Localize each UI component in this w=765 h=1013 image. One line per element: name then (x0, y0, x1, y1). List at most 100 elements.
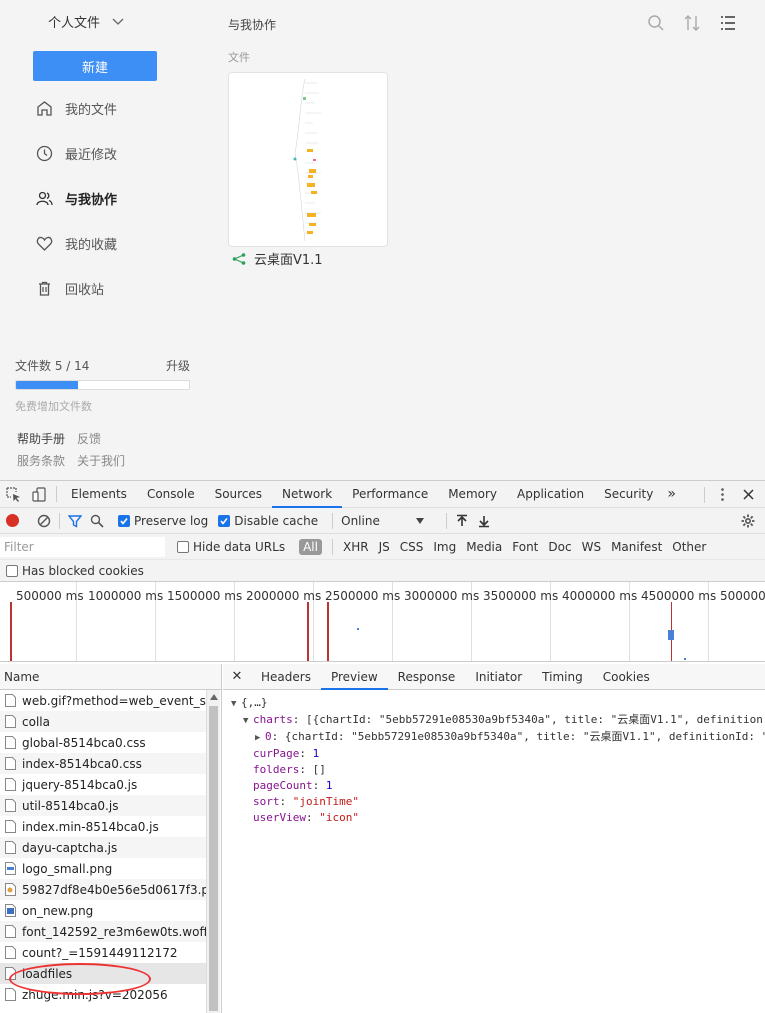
search-icon[interactable] (647, 14, 665, 32)
request-row[interactable]: web.gif?method=web_event_srv.up (0, 690, 206, 711)
request-row[interactable]: jquery-8514bca0.js (0, 774, 206, 795)
type-filter-manifest[interactable]: Manifest (611, 540, 662, 554)
request-activity-mark (684, 658, 686, 660)
tab-timing[interactable]: Timing (532, 664, 593, 690)
space-switcher[interactable]: 个人文件 (48, 12, 124, 31)
request-name: on_new.png (22, 903, 94, 918)
request-row[interactable]: dayu-captcha.js (0, 837, 206, 858)
has-blocked-cookies-checkbox[interactable]: Has blocked cookies (6, 564, 144, 578)
tab-console[interactable]: Console (137, 481, 205, 508)
nav-trash[interactable]: 回收站 (36, 279, 104, 298)
type-filter-css[interactable]: CSS (400, 540, 424, 554)
tab-performance[interactable]: Performance (342, 481, 438, 508)
nav-label: 我的收藏 (65, 238, 118, 253)
free-increase-link[interactable]: 免费增加文件数 (15, 398, 190, 414)
tab-response[interactable]: Response (388, 664, 466, 690)
tab-headers[interactable]: Headers (251, 664, 321, 690)
nav-collaborate[interactable]: 与我协作 (36, 189, 117, 208)
filter-icon[interactable] (64, 514, 86, 528)
nav-favorites[interactable]: 我的收藏 (36, 234, 117, 253)
list-view-icon[interactable] (719, 14, 737, 32)
device-toggle-icon[interactable] (26, 481, 52, 508)
request-name: 59827df8e4b0e56e5d0617f3.png (22, 882, 206, 897)
type-filter-media[interactable]: Media (466, 540, 502, 554)
help-link[interactable]: 帮助手册 (17, 432, 65, 446)
type-filter-all[interactable]: All (299, 538, 322, 555)
divider (331, 538, 333, 555)
timeline-tick-label: 2500000 ms (325, 589, 401, 603)
load-event-marker (10, 602, 12, 661)
type-filter-js[interactable]: JS (379, 540, 390, 554)
type-filter-font[interactable]: Font (512, 540, 538, 554)
name-column-header[interactable]: Name (0, 664, 221, 690)
nav-recent[interactable]: 最近修改 (36, 144, 117, 163)
kebab-menu-icon[interactable] (709, 481, 735, 508)
feedback-link[interactable]: 反馈 (77, 432, 101, 446)
close-detail-icon[interactable]: ✕ (223, 669, 251, 684)
type-filter-other[interactable]: Other (672, 540, 706, 554)
inspect-element-icon[interactable] (0, 481, 26, 508)
json-charts-row[interactable]: ▼ charts: [{chartId: "5ebb57291e08530a9bf… (223, 712, 765, 729)
scroll-up-arrow-icon[interactable] (210, 694, 218, 700)
more-tabs-button[interactable]: » (663, 481, 680, 508)
nav-my-files[interactable]: 我的文件 (36, 99, 117, 118)
request-row[interactable]: count?_=1591449112172 (0, 942, 206, 963)
tab-cookies[interactable]: Cookies (593, 664, 660, 690)
import-har-icon[interactable] (451, 514, 473, 528)
scrollbar-thumb[interactable] (209, 706, 218, 1011)
timeline-tick-label: 3500000 ms (483, 589, 559, 603)
hide-data-urls-checkbox[interactable]: Hide data URLs (177, 540, 285, 554)
upgrade-link[interactable]: 升级 (166, 357, 190, 374)
tab-sources[interactable]: Sources (205, 481, 272, 508)
json-root-row[interactable]: ▼ {,…} (223, 695, 765, 712)
request-row[interactable]: index-8514bca0.css (0, 753, 206, 774)
clear-icon[interactable] (33, 514, 55, 528)
request-detail-pane: ✕ Headers Preview Response Initiator Tim… (223, 664, 765, 1013)
timeline-tick-label: 3000000 ms (404, 589, 480, 603)
request-row[interactable]: on_new.png (0, 900, 206, 921)
new-button[interactable]: 新建 (33, 51, 157, 81)
tab-preview[interactable]: Preview (320, 664, 388, 690)
preserve-log-checkbox[interactable]: Preserve log (118, 514, 208, 528)
tab-network[interactable]: Network (272, 481, 343, 508)
network-settings-gear-icon[interactable] (737, 514, 759, 528)
request-row[interactable]: logo_small.png (0, 858, 206, 879)
request-list-scrollbar[interactable] (206, 690, 220, 1013)
request-row[interactable]: util-8514bca0.js (0, 795, 206, 816)
json-value: 1 (325, 779, 333, 792)
file-card-title[interactable]: 云桌面V1.1 (232, 249, 323, 268)
type-filter-img[interactable]: Img (433, 540, 456, 554)
record-button[interactable] (6, 514, 19, 527)
terms-link[interactable]: 服务条款 (17, 454, 65, 468)
tab-security[interactable]: Security (594, 481, 663, 508)
timeline-tick-label: 2000000 ms (246, 589, 322, 603)
search-icon[interactable] (86, 514, 108, 528)
type-filter-doc[interactable]: Doc (548, 540, 571, 554)
json-item-row[interactable]: ▶ 0: {chartId: "5ebb57291e08530a9bf5340a"… (223, 729, 765, 746)
tab-application[interactable]: Application (507, 481, 594, 508)
export-har-icon[interactable] (473, 514, 495, 528)
load-event-marker (327, 602, 329, 661)
request-row[interactable]: index.min-8514bca0.js (0, 816, 206, 837)
type-filter-ws[interactable]: WS (582, 540, 601, 554)
filter-input[interactable]: Filter (0, 536, 165, 557)
request-row[interactable]: colla (0, 711, 206, 732)
network-toolbar: Preserve log Disable cache Online (0, 508, 765, 534)
sort-icon[interactable] (683, 14, 701, 32)
network-overview-timeline[interactable]: 500000 ms 1000000 ms 1500000 ms 2000000 … (0, 582, 765, 662)
close-icon[interactable] (735, 481, 761, 508)
request-row[interactable]: font_142592_re3m6ew0ts.woff2 (0, 921, 206, 942)
checkbox-unchecked-icon (6, 564, 18, 577)
about-link[interactable]: 关于我们 (77, 454, 125, 468)
tab-elements[interactable]: Elements (61, 481, 137, 508)
throttle-select[interactable]: Online (341, 514, 424, 528)
file-card[interactable] (228, 72, 388, 247)
tab-initiator[interactable]: Initiator (465, 664, 532, 690)
image-file-icon (5, 904, 16, 917)
type-filter-xhr[interactable]: XHR (343, 540, 369, 554)
tab-memory[interactable]: Memory (438, 481, 507, 508)
request-row[interactable]: global-8514bca0.css (0, 732, 206, 753)
request-row[interactable]: 59827df8e4b0e56e5d0617f3.png (0, 879, 206, 900)
json-value: {chartId: "5ebb57291e08530a9bf5340a", ti… (284, 730, 765, 743)
disable-cache-checkbox[interactable]: Disable cache (218, 514, 318, 528)
